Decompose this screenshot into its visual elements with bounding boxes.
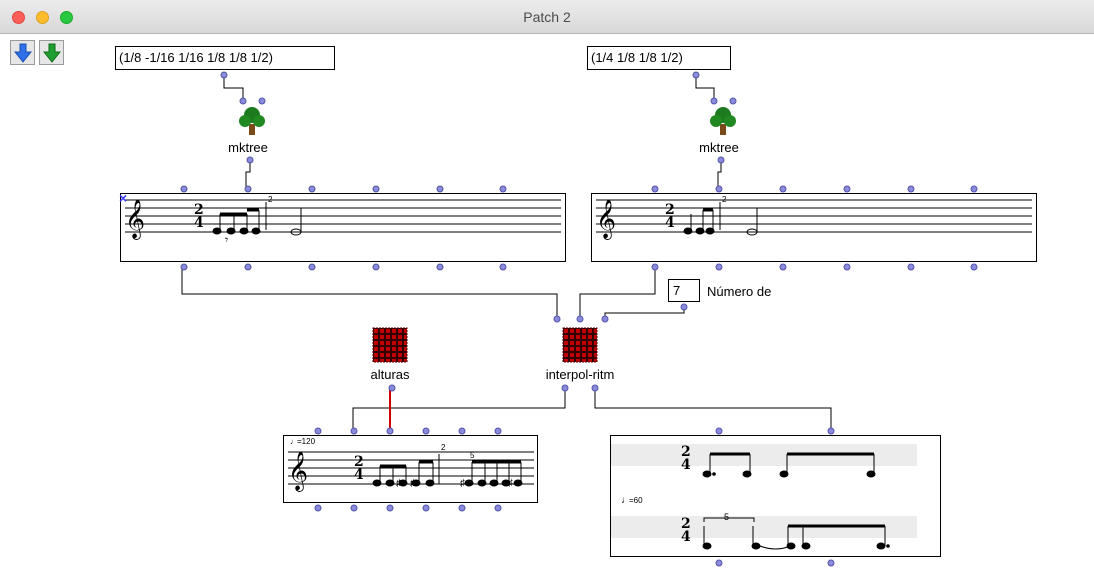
inlet-outlet-dots [180,71,978,567]
lock-x-icon: × [119,190,127,206]
patch-connections: × [119,71,978,567]
